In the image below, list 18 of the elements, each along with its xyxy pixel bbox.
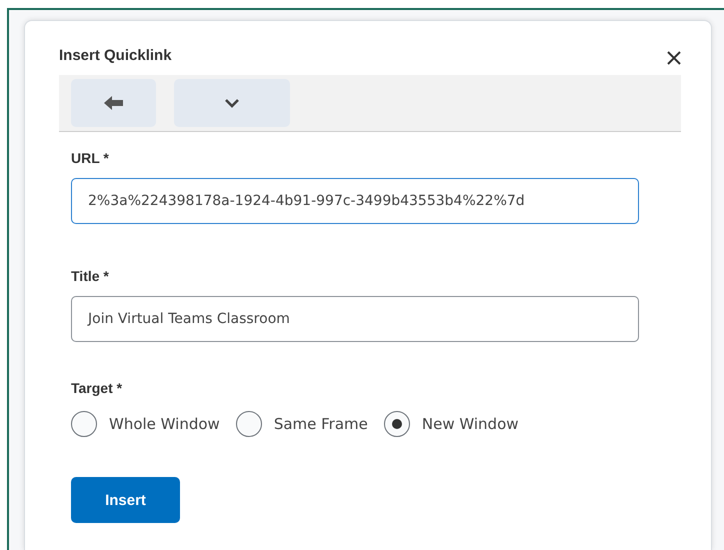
dialog-title: Insert Quicklink (59, 46, 172, 64)
field-label: Title * (71, 268, 109, 284)
close-button[interactable] (665, 49, 683, 67)
radio-label: New Window (422, 415, 519, 433)
chevron-down-icon (224, 98, 240, 108)
radio-label: Same Frame (274, 415, 368, 433)
back-arrow-icon (104, 96, 124, 110)
radio-button[interactable] (71, 411, 97, 437)
radio-label: Whole Window (109, 415, 220, 433)
radio-button[interactable] (384, 411, 410, 437)
close-icon (665, 49, 683, 67)
insert-button[interactable]: Insert (71, 477, 180, 523)
title-field[interactable]: Join Virtual Teams Classroom (71, 296, 639, 342)
field-label: URL * (71, 150, 109, 166)
field-label: Target * (71, 380, 122, 396)
back-button[interactable] (71, 79, 156, 127)
radio-button[interactable] (236, 411, 262, 437)
url-field[interactable]: 2%3a%224398178a-1924-4b91-997c-3499b43553b4%22%7d (71, 178, 639, 224)
